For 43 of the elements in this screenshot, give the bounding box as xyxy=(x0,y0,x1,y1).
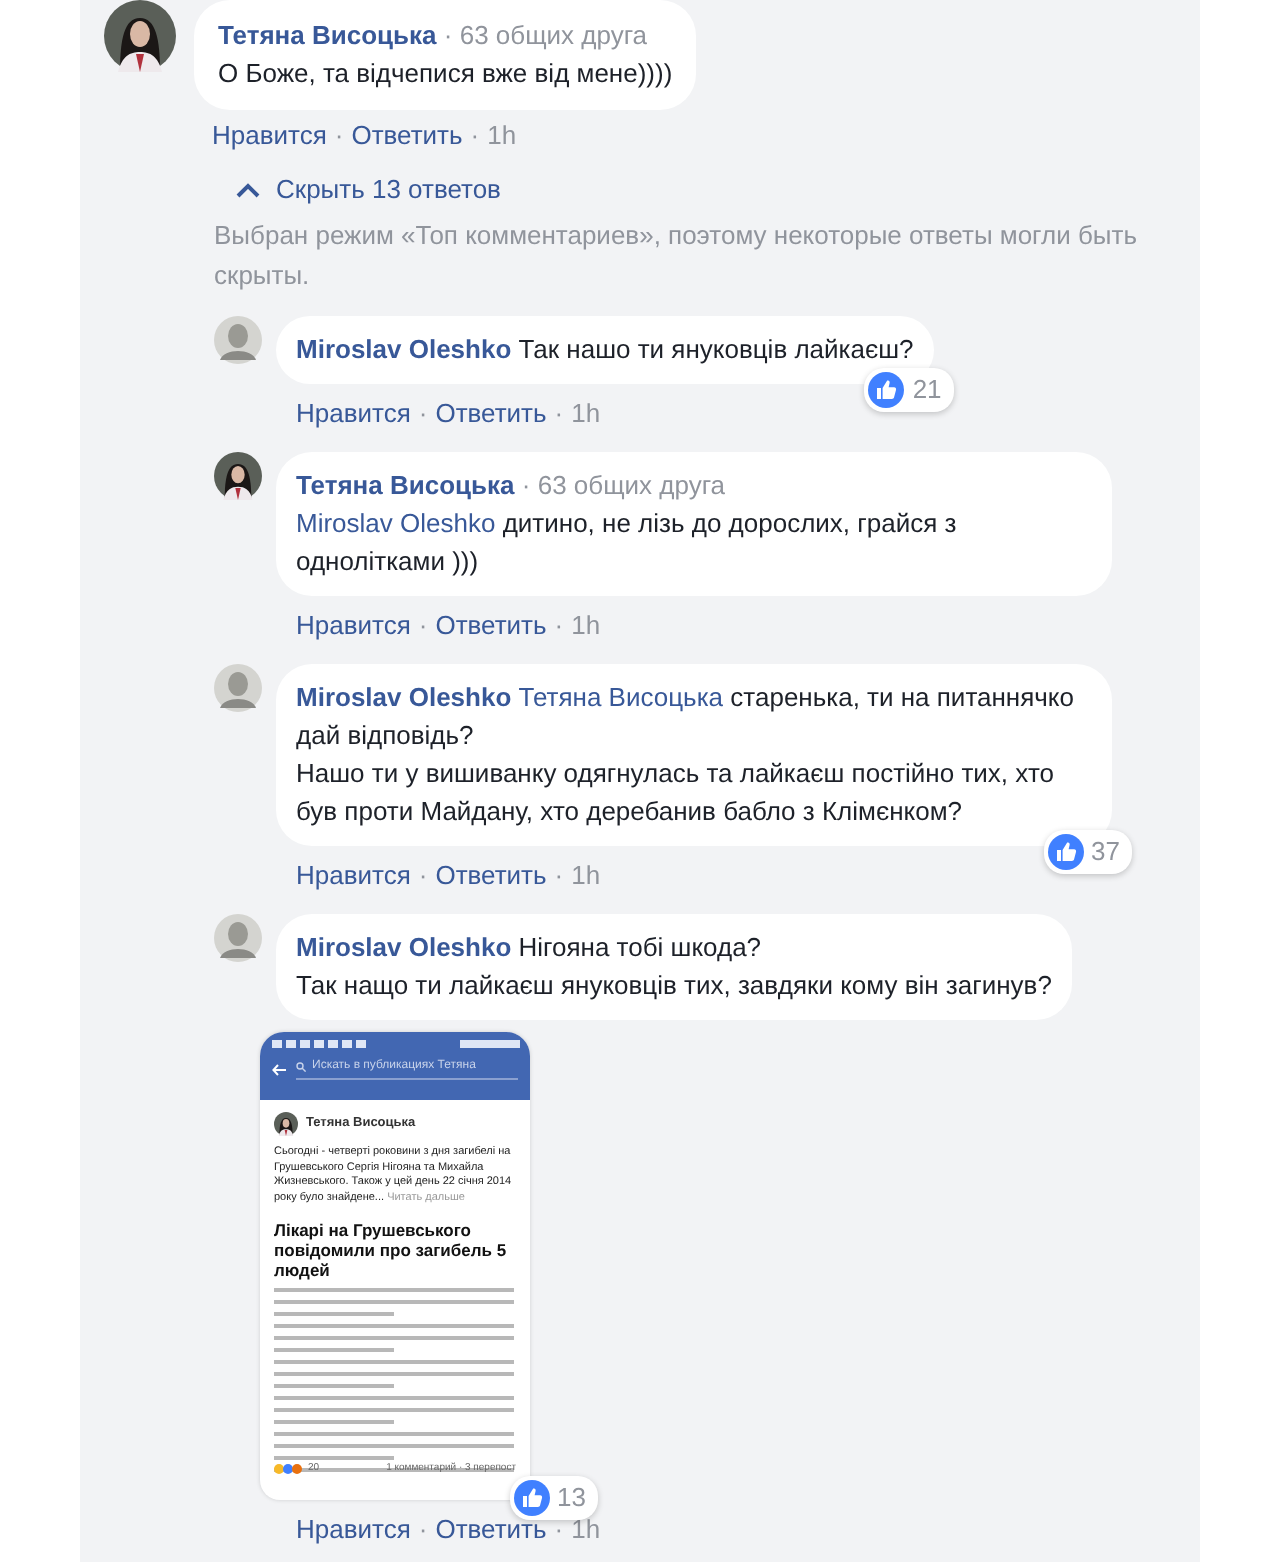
article-headline: Лікарі на Грушевського повідомили про загибель 5 людей xyxy=(274,1220,509,1280)
author-name[interactable]: Miroslav Oleshko xyxy=(296,334,512,364)
back-arrow-icon[interactable] xyxy=(272,1063,286,1076)
like-icon xyxy=(513,1480,550,1516)
notice-text: Выбран режим «Топ комментариев», поэтому некоторые ответы могли быть скрыты. xyxy=(214,218,1139,294)
reply-link[interactable]: Ответить xyxy=(435,608,547,644)
like-link[interactable]: Нравится xyxy=(296,1512,411,1548)
reply-link[interactable]: Ответить xyxy=(435,396,547,432)
mention-link[interactable]: Miroslav Oleshko xyxy=(296,508,496,538)
separator-dot: · xyxy=(418,858,428,894)
comment-text: Miroslav Oleshko дитино, не лізь до дорослих, грайся з однолітками ))) xyxy=(296,506,959,580)
avatar[interactable] xyxy=(104,0,176,72)
like-icon xyxy=(1047,834,1084,870)
like-link[interactable]: Нравится xyxy=(212,118,327,154)
avatar[interactable] xyxy=(274,1112,298,1136)
reply-link[interactable]: Ответить xyxy=(351,118,463,154)
search-icon xyxy=(296,1062,306,1073)
author-name[interactable]: Тетяна Висоцька xyxy=(218,20,437,50)
author-name[interactable]: Miroslav Oleshko xyxy=(296,682,512,712)
like-link[interactable]: Нравится xyxy=(296,608,411,644)
separator-dot: · xyxy=(554,608,564,644)
post-screenshot[interactable] xyxy=(260,1032,530,1500)
separator-dot: · xyxy=(418,608,428,644)
mention-link[interactable]: Тетяна Висоцька xyxy=(518,682,724,712)
separator-dot: · xyxy=(334,118,344,154)
reply-link[interactable]: Ответить xyxy=(435,858,547,894)
separator-dot: · xyxy=(470,118,480,154)
reactions-icon xyxy=(274,1463,302,1474)
comment-text: Miroslav Oleshko Тетяна Висоцька старенька, ти на питаннячко дай відповідь? Нашо ти у вишиванку одягнулась та лайкаєш постійно тих, хто був проти Майдану, хто деребанив бабло з Клімєнком? xyxy=(296,680,1076,830)
hide-replies-link[interactable]: Скрыть 13 ответов xyxy=(236,174,501,204)
comment-text: Miroslav Oleshko Нігояна тобі шкода? Так нащо ти лайкаєш януковців тих, завдяки кому він загинув? xyxy=(296,930,1052,1004)
comment-text: Miroslav Oleshko Так нашо ти януковців лайкаєш? xyxy=(296,332,914,368)
avatar[interactable] xyxy=(214,452,262,500)
author-name[interactable]: Тетяна Висоцька xyxy=(296,470,515,500)
author-name[interactable]: Miroslav Oleshko xyxy=(296,932,512,962)
like-link[interactable]: Нравится xyxy=(296,396,411,432)
like-icon xyxy=(868,372,905,408)
separator-dot: · xyxy=(418,396,428,432)
separator-dot: · xyxy=(418,1512,428,1548)
separator-dot: · xyxy=(554,396,564,432)
separator-dot: · xyxy=(554,858,564,894)
like-link[interactable]: Нравится xyxy=(296,858,411,894)
comment-text: О Боже, та відчепися вже від мене)))) xyxy=(218,56,673,92)
